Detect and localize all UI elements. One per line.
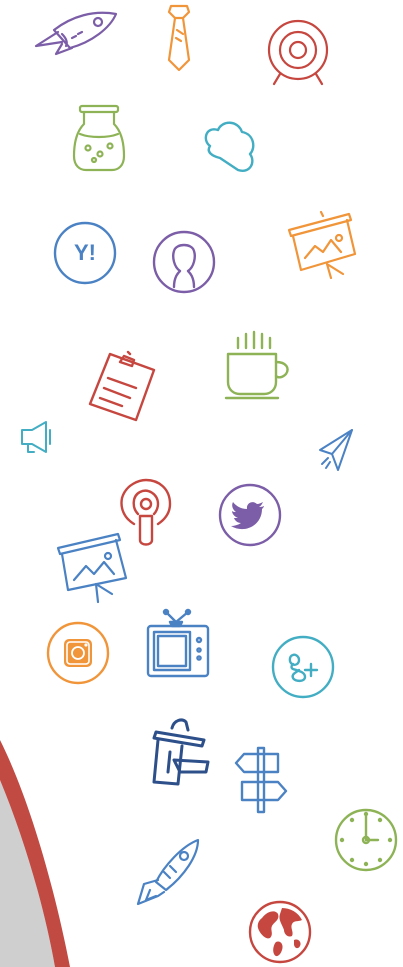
clipboard-icon: [86, 348, 158, 424]
user-avatar-icon: [152, 229, 216, 297]
presentation-board-icon: [56, 530, 130, 606]
google-plus-icon: [271, 634, 335, 702]
rocket-icon: [32, 8, 120, 58]
decorative-swoosh: [0, 740, 70, 967]
yahoo-icon: Y!: [53, 220, 117, 286]
instagram-icon: [46, 620, 110, 686]
potion-jar-icon: [72, 104, 126, 172]
megaphone-icon: [18, 418, 54, 456]
rocket-icon: [136, 838, 202, 908]
target-icon: [266, 18, 330, 86]
cloud-icon: [198, 118, 258, 178]
yahoo-label: Y!: [74, 240, 96, 265]
clock-icon: [334, 806, 398, 874]
necktie-icon: [163, 4, 195, 72]
television-icon: [144, 608, 212, 680]
signpost-icon: [234, 746, 288, 816]
twitter-icon: [218, 482, 282, 550]
paper-plane-icon: [318, 428, 354, 472]
presentation-board-icon: [287, 208, 359, 282]
trash-bin-icon: [148, 716, 212, 788]
coffee-cup-icon: [224, 330, 292, 400]
globe-icon: [248, 898, 312, 966]
